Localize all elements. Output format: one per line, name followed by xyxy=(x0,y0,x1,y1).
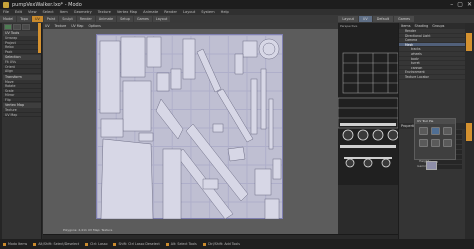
title-bar: pumpVexWalker.lxo* - Modo – ▢ ✕ xyxy=(0,0,474,9)
tab-groups[interactable]: Groups xyxy=(432,23,444,29)
mode-tab-games[interactable]: Games xyxy=(133,16,152,22)
pie-button-5[interactable] xyxy=(431,139,440,147)
mouse-hint-icon xyxy=(33,242,37,246)
pie-button-6[interactable] xyxy=(443,139,452,147)
status-hint: Modo Items xyxy=(3,239,27,249)
menu-edit[interactable]: Edit xyxy=(15,10,22,14)
layout-tab-default[interactable]: Default xyxy=(372,16,394,22)
menu-layout[interactable]: Layout xyxy=(183,10,195,14)
mouse-hint-icon xyxy=(85,242,89,246)
mode-tab-render[interactable]: Render xyxy=(76,16,95,22)
unwrap-icon[interactable] xyxy=(4,24,12,30)
tool-uv-map-button[interactable]: UV Map xyxy=(3,113,41,117)
menu-texture[interactable]: Texture xyxy=(98,10,111,14)
menu-help[interactable]: Help xyxy=(221,10,229,14)
mode-tab-animate[interactable]: Animate xyxy=(95,16,117,22)
left-vertical-tabs[interactable] xyxy=(0,23,2,239)
layout-tab-uv[interactable]: UV xyxy=(358,16,372,22)
pack-icon[interactable] xyxy=(22,24,30,30)
relax-icon[interactable] xyxy=(13,24,21,30)
uv-viewport-status: Polygons: 2,411 UV Map: Texture xyxy=(63,228,113,232)
uv-tool-pie-panel: UV Tool Pie xyxy=(414,118,456,160)
menu-animate[interactable]: Animate xyxy=(143,10,158,14)
pie-button-2[interactable] xyxy=(431,127,440,135)
mode-tab-paint[interactable]: Paint xyxy=(43,16,59,22)
item-list-panel: Items Shading Groups Render Directional Lig… xyxy=(398,23,465,123)
right-tab-1[interactable] xyxy=(466,33,472,51)
status-hint-text: Ctrl: Lasso xyxy=(90,242,108,246)
right-vertical-tabs xyxy=(465,23,474,239)
layout-tab-games[interactable]: Games xyxy=(394,16,414,22)
mode-tab-layout[interactable]: Layout xyxy=(152,16,171,22)
maximize-button[interactable]: ▢ xyxy=(457,1,463,8)
status-hint: Ctrl: Lasso xyxy=(85,239,107,249)
texture-thumbnail[interactable] xyxy=(426,161,437,170)
uv-viewport[interactable]: Polygons: 2,411 UV Map: Texture xyxy=(43,29,338,234)
modo-logo-icon xyxy=(3,1,9,8)
status-hint: Alt/Shift: Select/Deselect xyxy=(33,239,79,249)
mode-tab-sculpt[interactable]: Sculpt xyxy=(59,16,76,22)
layout-tab-layout[interactable]: Layout xyxy=(338,16,358,22)
mode-tab-topo[interactable]: Topo xyxy=(17,16,31,22)
status-bar: Modo Items Alt/Shift: Select/Deselect Ctrl… xyxy=(0,239,474,249)
mode-tab-model[interactable]: Model xyxy=(0,16,17,22)
mode-tab-setup[interactable]: Setup xyxy=(117,16,133,22)
pie-panel-title: UV Tool Pie xyxy=(415,119,455,124)
pie-button-3[interactable] xyxy=(443,127,452,135)
mouse-hint-icon xyxy=(202,242,206,246)
mode-bar: Model Topo UV Paint Sculpt Render Animate Setup… xyxy=(0,15,474,23)
status-hint-text: Alt/Shift: Select/Deselect xyxy=(38,242,80,246)
menu-file[interactable]: File xyxy=(3,10,9,14)
status-hint-text: Alt: Select Tools xyxy=(170,242,197,246)
right-tab-2[interactable] xyxy=(466,123,472,141)
close-button[interactable]: ✕ xyxy=(467,1,472,8)
mouse-hint-icon xyxy=(3,242,6,246)
uv-islands xyxy=(99,36,282,220)
left-tool-panel: UV Tools Unwrap Project Relax Pack Selection F… xyxy=(0,23,42,239)
menu-select[interactable]: Select xyxy=(43,10,54,14)
tool-flip-button[interactable]: Flip xyxy=(3,98,41,102)
status-hint: Alt: Select Tools xyxy=(165,239,197,249)
tool-pack-button[interactable]: Pack xyxy=(3,50,41,54)
mouse-hint-icon xyxy=(165,242,169,246)
tool-align-button[interactable]: Align xyxy=(3,69,41,74)
menu-system[interactable]: System xyxy=(201,10,214,14)
mouse-hint-icon xyxy=(113,242,117,246)
window-title: pumpVexWalker.lxo* - Modo xyxy=(12,1,82,8)
menu-render[interactable]: Render xyxy=(164,10,177,14)
minimize-button[interactable]: – xyxy=(450,1,453,8)
status-hint-text: Shift: Ctrl Lasso Deselect xyxy=(118,242,160,246)
status-hint: Shift: Ctrl Lasso Deselect xyxy=(113,239,160,249)
pie-button-4[interactable] xyxy=(419,139,428,147)
perspective-viewport[interactable]: Perspective xyxy=(338,23,398,185)
mode-tab-uv[interactable]: UV xyxy=(31,16,43,22)
item-list-row[interactable]: Texture Locator xyxy=(399,75,465,80)
3d-model-wireframe xyxy=(338,52,398,168)
status-hint-text: Modo Items xyxy=(8,242,28,246)
pie-button-1[interactable] xyxy=(419,127,428,135)
tab-shading[interactable]: Shading xyxy=(415,23,429,29)
menu-item[interactable]: Item xyxy=(60,10,68,14)
menu-geometry[interactable]: Geometry xyxy=(74,10,92,14)
left-panel-collapse-tab[interactable] xyxy=(38,23,41,53)
status-hint-text: Ctrl/Shift: Add Tools xyxy=(207,242,240,246)
status-hint: Ctrl/Shift: Add Tools xyxy=(202,239,240,249)
menu-vertex-map[interactable]: Vertex Map xyxy=(117,10,137,14)
viewport-label: Perspective xyxy=(340,24,358,28)
menu-view[interactable]: View xyxy=(28,10,37,14)
